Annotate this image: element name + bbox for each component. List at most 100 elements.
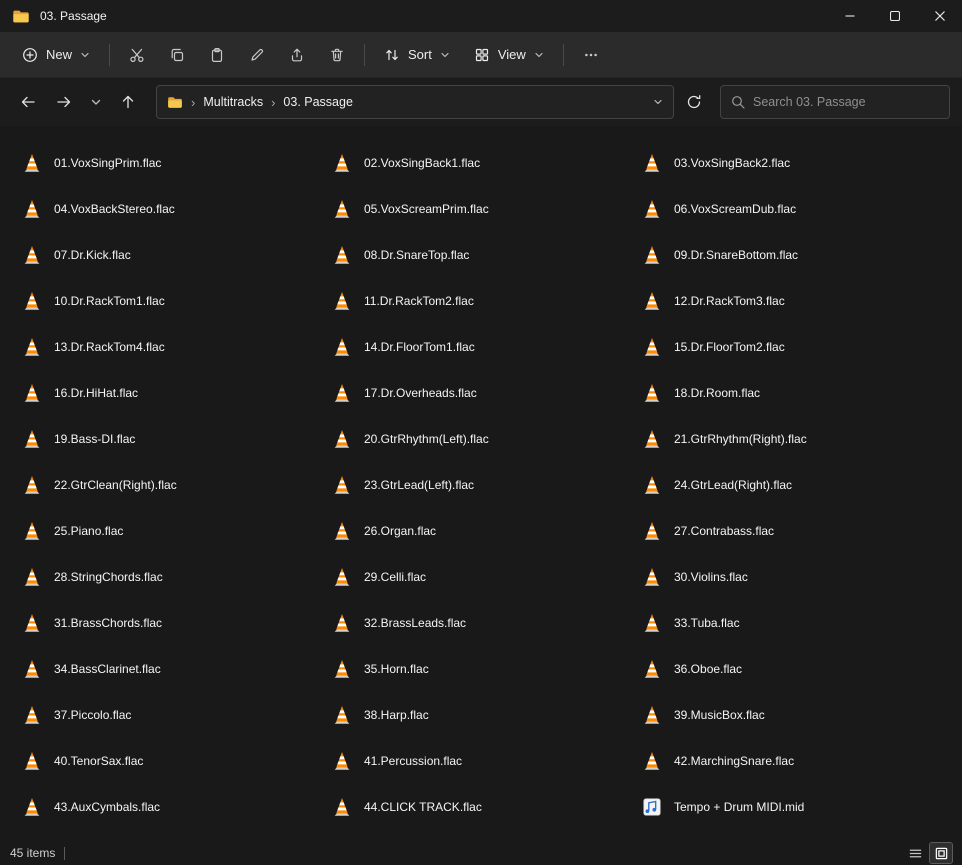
sort-button[interactable]: Sort	[372, 37, 462, 73]
paste-button[interactable]	[197, 37, 237, 73]
file-item[interactable]: 08.Dr.SnareTop.flac	[322, 232, 479, 278]
file-item[interactable]: 14.Dr.FloorTom1.flac	[322, 324, 485, 370]
file-name: 20.GtrRhythm(Left).flac	[364, 432, 489, 446]
cut-button[interactable]	[117, 37, 157, 73]
file-name: 14.Dr.FloorTom1.flac	[364, 340, 475, 354]
file-item[interactable]: 40.TenorSax.flac	[12, 738, 153, 784]
file-name: 06.VoxScreamDub.flac	[674, 202, 796, 216]
toolbar-separator	[563, 44, 564, 66]
copy-button[interactable]	[157, 37, 197, 73]
file-item[interactable]: 12.Dr.RackTom3.flac	[632, 278, 795, 324]
file-item[interactable]: 02.VoxSingBack1.flac	[322, 140, 490, 186]
file-item[interactable]: Tempo + Drum MIDI.mid	[632, 784, 814, 830]
vlc-cone-icon	[330, 611, 354, 635]
file-item[interactable]: 10.Dr.RackTom1.flac	[12, 278, 175, 324]
file-name: 08.Dr.SnareTop.flac	[364, 248, 469, 262]
file-item[interactable]: 22.GtrClean(Right).flac	[12, 462, 187, 508]
file-item[interactable]: 07.Dr.Kick.flac	[12, 232, 141, 278]
vlc-cone-icon	[640, 657, 664, 681]
file-item[interactable]: 43.AuxCymbals.flac	[12, 784, 170, 830]
new-button[interactable]: New	[10, 37, 102, 73]
file-item[interactable]: 38.Harp.flac	[322, 692, 439, 738]
maximize-button[interactable]	[872, 0, 917, 32]
vlc-cone-icon	[640, 565, 664, 589]
back-button[interactable]	[12, 86, 44, 118]
close-button[interactable]	[917, 0, 962, 32]
view-button-label: View	[498, 47, 526, 62]
file-name: 43.AuxCymbals.flac	[54, 800, 160, 814]
file-item[interactable]: 18.Dr.Room.flac	[632, 370, 770, 416]
breadcrumb-item-multitracks[interactable]: Multitracks	[203, 95, 263, 109]
file-item[interactable]: 34.BassClarinet.flac	[12, 646, 171, 692]
breadcrumb-folder-icon	[167, 96, 183, 109]
file-item[interactable]: 03.VoxSingBack2.flac	[632, 140, 800, 186]
file-item[interactable]: 11.Dr.RackTom2.flac	[322, 278, 484, 324]
delete-button[interactable]	[317, 37, 357, 73]
file-item[interactable]: 31.BrassChords.flac	[12, 600, 172, 646]
file-item[interactable]: 09.Dr.SnareBottom.flac	[632, 232, 808, 278]
file-item[interactable]: 30.Violins.flac	[632, 554, 758, 600]
file-name: 10.Dr.RackTom1.flac	[54, 294, 165, 308]
file-item[interactable]: 04.VoxBackStereo.flac	[12, 186, 185, 232]
search-box	[720, 85, 950, 119]
midi-file-icon	[640, 795, 664, 819]
breadcrumb-item-current[interactable]: 03. Passage	[283, 95, 353, 109]
minimize-button[interactable]	[827, 0, 872, 32]
vlc-cone-icon	[640, 289, 664, 313]
file-item[interactable]: 15.Dr.FloorTom2.flac	[632, 324, 795, 370]
file-item[interactable]: 21.GtrRhythm(Right).flac	[632, 416, 817, 462]
title-bar: 03. Passage	[0, 0, 962, 32]
file-item[interactable]: 24.GtrLead(Right).flac	[632, 462, 802, 508]
window-controls	[827, 0, 962, 32]
up-button[interactable]	[112, 86, 144, 118]
command-bar: New	[0, 32, 962, 78]
details-view-button[interactable]	[904, 843, 926, 863]
rename-button[interactable]	[237, 37, 277, 73]
file-item[interactable]: 32.BrassLeads.flac	[322, 600, 476, 646]
search-input[interactable]	[753, 95, 939, 109]
file-item[interactable]: 37.Piccolo.flac	[12, 692, 141, 738]
vlc-cone-icon	[330, 151, 354, 175]
file-name: 33.Tuba.flac	[674, 616, 740, 630]
file-item[interactable]: 33.Tuba.flac	[632, 600, 750, 646]
file-item[interactable]: 36.Oboe.flac	[632, 646, 752, 692]
file-name: 19.Bass-DI.flac	[54, 432, 135, 446]
file-item[interactable]: 41.Percussion.flac	[322, 738, 472, 784]
address-dropdown-chevron-icon[interactable]	[653, 97, 663, 107]
file-item[interactable]: 28.StringChords.flac	[12, 554, 173, 600]
file-item[interactable]: 35.Horn.flac	[322, 646, 439, 692]
file-item[interactable]: 39.MusicBox.flac	[632, 692, 775, 738]
file-item[interactable]: 01.VoxSingPrim.flac	[12, 140, 171, 186]
share-button[interactable]	[277, 37, 317, 73]
address-bar[interactable]: › Multitracks › 03. Passage	[156, 85, 674, 119]
file-item[interactable]: 17.Dr.Overheads.flac	[322, 370, 487, 416]
more-options-button[interactable]	[571, 37, 611, 73]
refresh-button[interactable]	[678, 86, 710, 118]
file-name: 05.VoxScreamPrim.flac	[364, 202, 489, 216]
file-item[interactable]: 25.Piano.flac	[12, 508, 133, 554]
file-item[interactable]: 20.GtrRhythm(Left).flac	[322, 416, 499, 462]
vlc-cone-icon	[330, 565, 354, 589]
file-item[interactable]: 29.Celli.flac	[322, 554, 436, 600]
recent-locations-chevron[interactable]	[84, 86, 108, 118]
item-count: 45 items	[10, 846, 55, 860]
vlc-cone-icon	[20, 657, 44, 681]
view-button[interactable]: View	[462, 37, 556, 73]
vlc-cone-icon	[640, 427, 664, 451]
file-item[interactable]: 16.Dr.HiHat.flac	[12, 370, 148, 416]
breadcrumb-chevron-icon: ›	[190, 96, 196, 109]
forward-button[interactable]	[48, 86, 80, 118]
file-item[interactable]: 42.MarchingSnare.flac	[632, 738, 804, 784]
file-item[interactable]: 13.Dr.RackTom4.flac	[12, 324, 175, 370]
file-item[interactable]: 23.GtrLead(Left).flac	[322, 462, 484, 508]
vlc-cone-icon	[330, 427, 354, 451]
file-item[interactable]: 26.Organ.flac	[322, 508, 446, 554]
large-icons-view-button[interactable]	[930, 843, 952, 863]
file-item[interactable]: 06.VoxScreamDub.flac	[632, 186, 806, 232]
file-item[interactable]: 05.VoxScreamPrim.flac	[322, 186, 499, 232]
file-item[interactable]: 27.Contrabass.flac	[632, 508, 784, 554]
file-name: 04.VoxBackStereo.flac	[54, 202, 175, 216]
file-name: 17.Dr.Overheads.flac	[364, 386, 477, 400]
file-item[interactable]: 19.Bass-DI.flac	[12, 416, 145, 462]
file-item[interactable]: 44.CLICK TRACK.flac	[322, 784, 492, 830]
